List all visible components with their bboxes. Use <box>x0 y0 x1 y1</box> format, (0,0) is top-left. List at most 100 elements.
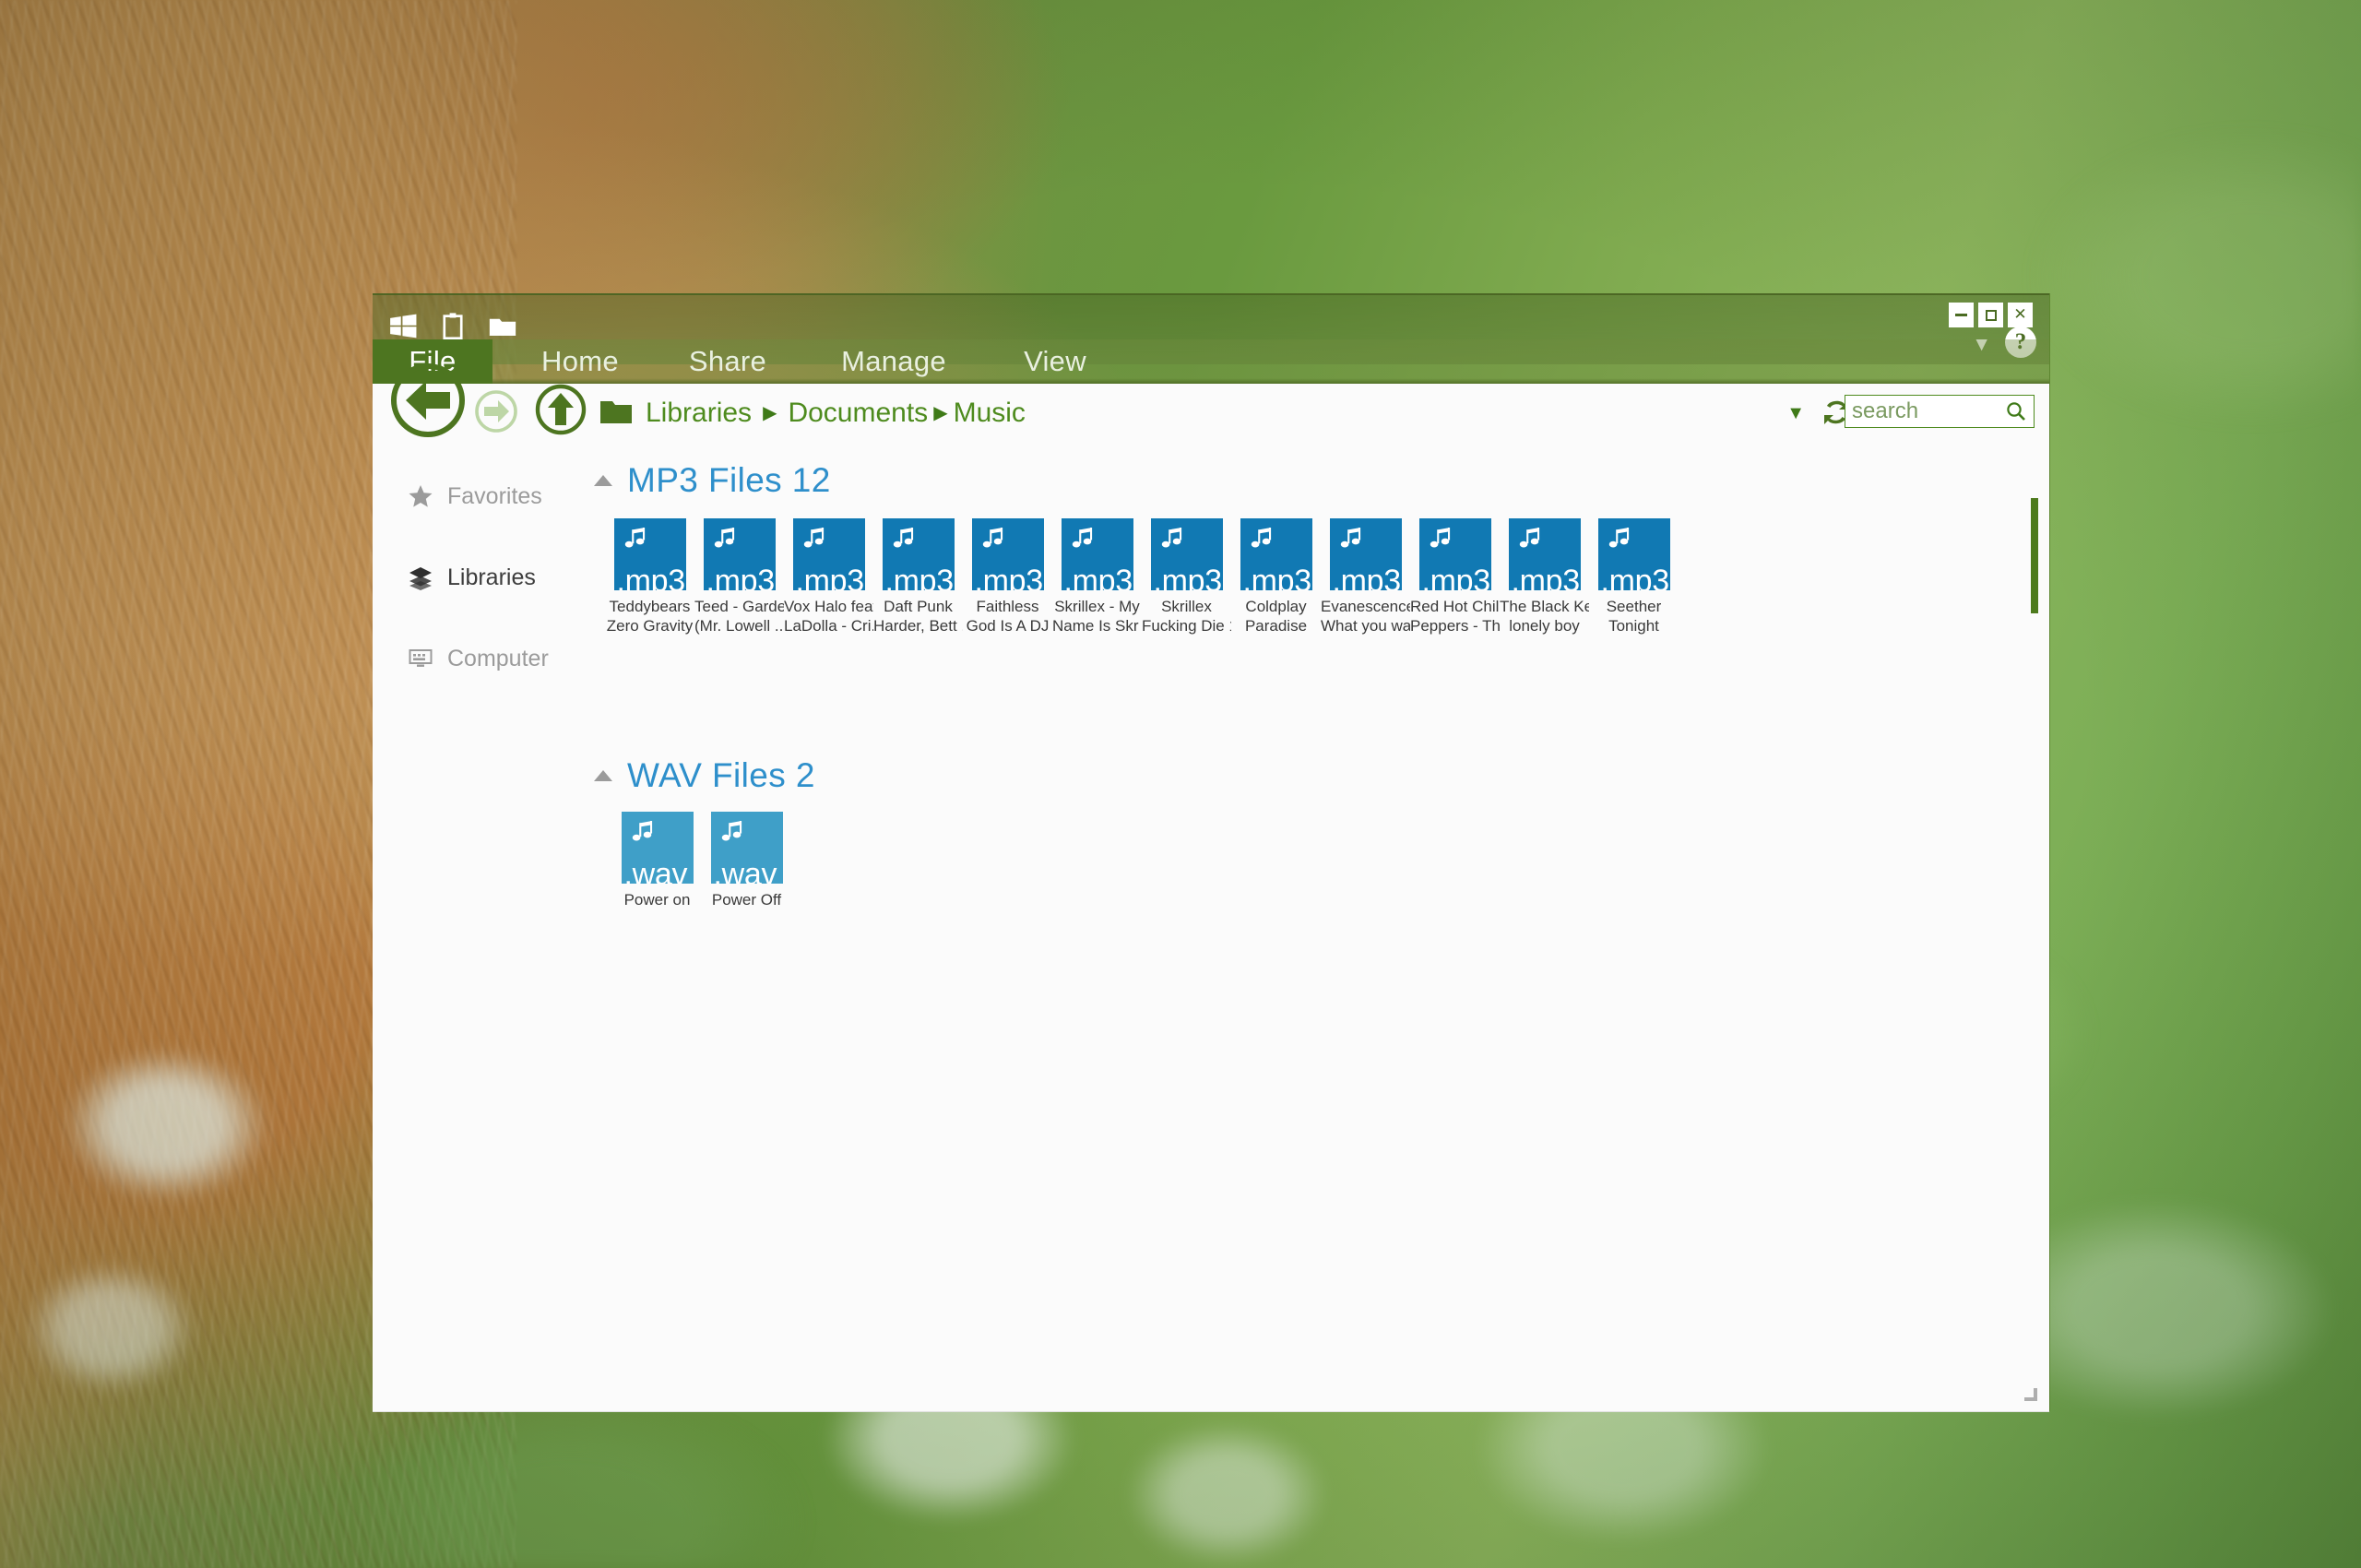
breadcrumb-item-music[interactable]: Music <box>952 398 1027 429</box>
file-tile[interactable]: .mp3 Evanescence What you want <box>1321 518 1410 636</box>
file-tile-label: Teddybears Zero Gravity <box>605 597 694 636</box>
file-type-icon[interactable]: .wav <box>710 812 783 884</box>
file-tile-label: Power Off <box>702 890 791 909</box>
file-tile[interactable]: .mp3 The Black Keys lonely boy <box>1500 518 1589 636</box>
music-note-icon <box>714 528 734 548</box>
search-box[interactable] <box>1845 395 2035 428</box>
file-extension-label: .mp3 <box>1421 564 1491 590</box>
file-tile-label-line2: God Is A DJ <box>966 617 1050 636</box>
file-tile[interactable]: .mp3 Coldplay Paradise <box>1231 518 1321 636</box>
tab-view-label: View <box>1024 345 1086 377</box>
file-type-icon[interactable]: .wav <box>621 812 694 884</box>
breadcrumb-item-documents[interactable]: Documents <box>786 398 930 429</box>
file-type-icon[interactable]: .mp3 <box>792 518 865 590</box>
breadcrumb-item-libraries[interactable]: Libraries <box>644 398 753 429</box>
file-tile[interactable]: .mp3 Teed - Garden (Mr. Lowell ... <box>694 518 784 636</box>
file-tile[interactable]: .mp3 Vox Halo feat. LaDolla - Cri... <box>784 518 873 636</box>
file-type-icon[interactable]: .mp3 <box>613 518 686 590</box>
resize-grip-icon[interactable] <box>2022 1385 2040 1404</box>
windows-logo-icon[interactable] <box>387 311 419 342</box>
file-tile-label: Skrillex Fucking Die 1 <box>1142 597 1231 636</box>
search-icon[interactable] <box>2006 401 2026 422</box>
search-input[interactable] <box>1845 396 2001 427</box>
folder-icon[interactable] <box>487 311 518 342</box>
file-type-icon[interactable]: .mp3 <box>1508 518 1581 590</box>
file-extension-label: .wav <box>713 857 777 884</box>
close-button[interactable]: ✕ <box>2008 303 2033 327</box>
sidebar-item-libraries[interactable]: Libraries <box>408 561 536 594</box>
file-type-icon[interactable]: .mp3 <box>1240 518 1312 590</box>
file-type-icon[interactable]: .mp3 <box>1597 518 1670 590</box>
ribbon-tab-bar: File Home Share Manage View <box>373 339 2049 384</box>
file-tile[interactable]: .mp3 Daft Punk Harder, Bett ... <box>873 518 963 636</box>
file-tile-label-line2: Peppers - The ... <box>1410 617 1500 636</box>
vertical-scrollbar[interactable] <box>2031 498 2038 1365</box>
file-tile[interactable]: .mp3 Red Hot Chili Peppers - The ... <box>1410 518 1500 636</box>
file-extension-label: .mp3 <box>616 564 686 590</box>
collapse-arrow-icon[interactable] <box>594 475 612 486</box>
tab-share[interactable]: Share <box>658 339 797 384</box>
file-tile[interactable]: .wav Power on <box>612 812 702 909</box>
file-type-icon[interactable]: .mp3 <box>703 518 776 590</box>
music-note-icon <box>1161 528 1181 548</box>
music-note-icon <box>1608 528 1629 548</box>
file-extension-label: .wav <box>623 857 688 884</box>
music-note-icon <box>624 528 645 548</box>
file-tile-label: Coldplay Paradise <box>1231 597 1321 636</box>
file-extension-label: .mp3 <box>884 564 955 590</box>
file-type-icon[interactable]: .mp3 <box>1418 518 1491 590</box>
collapse-arrow-icon[interactable] <box>594 770 612 781</box>
file-tile-label: Daft Punk Harder, Bett ... <box>873 597 963 636</box>
tab-home-label: Home <box>541 345 619 377</box>
tab-view[interactable]: View <box>991 339 1120 384</box>
music-note-icon <box>982 528 1003 548</box>
file-extension-label: .mp3 <box>1600 564 1670 590</box>
tab-home[interactable]: Home <box>511 339 649 384</box>
forward-button[interactable] <box>474 389 518 434</box>
breadcrumb-separator-2[interactable]: ▶ <box>930 401 951 424</box>
file-tile-label: Teed - Garden (Mr. Lowell ... <box>694 597 784 636</box>
tab-manage-label: Manage <box>841 345 946 377</box>
music-note-icon <box>1430 528 1450 548</box>
file-tile[interactable]: .mp3 Skrillex Fucking Die 1 <box>1142 518 1231 636</box>
group-header-wav[interactable]: WAV Files 2 <box>594 756 815 795</box>
file-tile[interactable]: .mp3 Skrillex - My Name Is Skr ... <box>1052 518 1142 636</box>
file-extension-label: .mp3 <box>1332 564 1402 590</box>
maximize-button[interactable] <box>1978 303 2003 327</box>
file-tile-label: Evanescence What you want <box>1321 597 1410 636</box>
file-type-icon[interactable]: .mp3 <box>1061 518 1133 590</box>
clipboard-icon[interactable] <box>437 311 469 342</box>
sidebar-item-computer[interactable]: Computer <box>408 642 549 675</box>
address-history-dropdown-icon[interactable]: ▼ <box>1786 404 1805 422</box>
file-extension-label: .mp3 <box>1063 564 1133 590</box>
scrollbar-thumb[interactable] <box>2031 498 2038 613</box>
breadcrumb-separator-1[interactable]: ▶ <box>753 401 786 424</box>
up-button[interactable] <box>534 383 587 436</box>
file-type-icon[interactable]: .mp3 <box>882 518 955 590</box>
music-note-icon <box>1340 528 1360 548</box>
file-list-pane[interactable]: MP3 Files 12 .mp3 Teddybears Zero Gravity.… <box>585 443 2049 1411</box>
file-tile[interactable]: .mp3 Faithless God Is A DJ <box>963 518 1052 636</box>
file-type-icon[interactable]: .mp3 <box>971 518 1044 590</box>
file-tile-label: Skrillex - My Name Is Skr ... <box>1052 597 1142 636</box>
music-note-icon <box>721 821 742 841</box>
music-note-icon <box>1072 528 1092 548</box>
music-note-icon <box>1519 528 1539 548</box>
quick-access-toolbar <box>387 311 518 342</box>
sidebar-item-favorites[interactable]: Favorites <box>408 480 542 513</box>
file-tile-label-line2: What you want <box>1321 617 1410 636</box>
file-type-icon[interactable]: .mp3 <box>1150 518 1223 590</box>
file-type-icon[interactable]: .mp3 <box>1329 518 1402 590</box>
file-tile-label-line1: Seether <box>1606 598 1662 615</box>
file-tile[interactable]: .mp3 Seether Tonight <box>1589 518 1679 636</box>
tab-manage[interactable]: Manage <box>806 339 981 384</box>
group-header-mp3[interactable]: MP3 Files 12 <box>594 461 831 500</box>
music-note-icon <box>803 528 824 548</box>
minimize-button[interactable] <box>1949 303 1974 327</box>
file-tile[interactable]: .wav Power Off <box>702 812 791 909</box>
file-tile-label: Vox Halo feat. LaDolla - Cri... <box>784 597 873 636</box>
file-tile[interactable]: .mp3 Teddybears Zero Gravity <box>605 518 694 636</box>
file-extension-label: .mp3 <box>1511 564 1581 590</box>
back-button[interactable] <box>389 362 467 439</box>
file-tile-label-line2: Fucking Die 1 <box>1142 617 1231 636</box>
